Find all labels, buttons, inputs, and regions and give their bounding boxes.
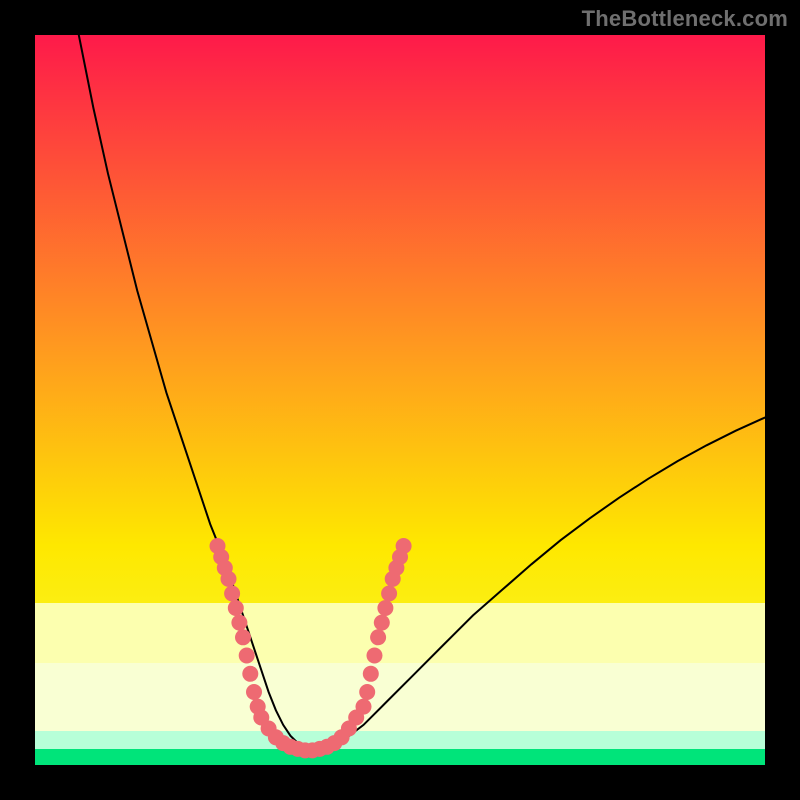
band-pale [35, 603, 765, 663]
band-green [35, 749, 765, 765]
data-marker [381, 586, 397, 602]
data-marker [242, 666, 258, 682]
data-marker [374, 615, 390, 631]
watermark-text: TheBottleneck.com [582, 6, 788, 32]
band-mint [35, 731, 765, 749]
data-marker [367, 648, 383, 664]
band-cream [35, 663, 765, 731]
data-marker [246, 684, 262, 700]
plot-area [35, 35, 765, 765]
data-marker [239, 648, 255, 664]
data-marker [377, 600, 393, 616]
data-marker [224, 586, 240, 602]
data-marker [359, 684, 375, 700]
data-marker [228, 600, 244, 616]
chart-svg [35, 35, 765, 765]
data-marker [356, 699, 372, 715]
data-marker [231, 615, 247, 631]
data-marker [221, 571, 237, 587]
data-marker [370, 629, 386, 645]
data-marker [396, 538, 412, 554]
data-marker [235, 629, 251, 645]
data-marker [363, 666, 379, 682]
chart-frame: TheBottleneck.com [0, 0, 800, 800]
